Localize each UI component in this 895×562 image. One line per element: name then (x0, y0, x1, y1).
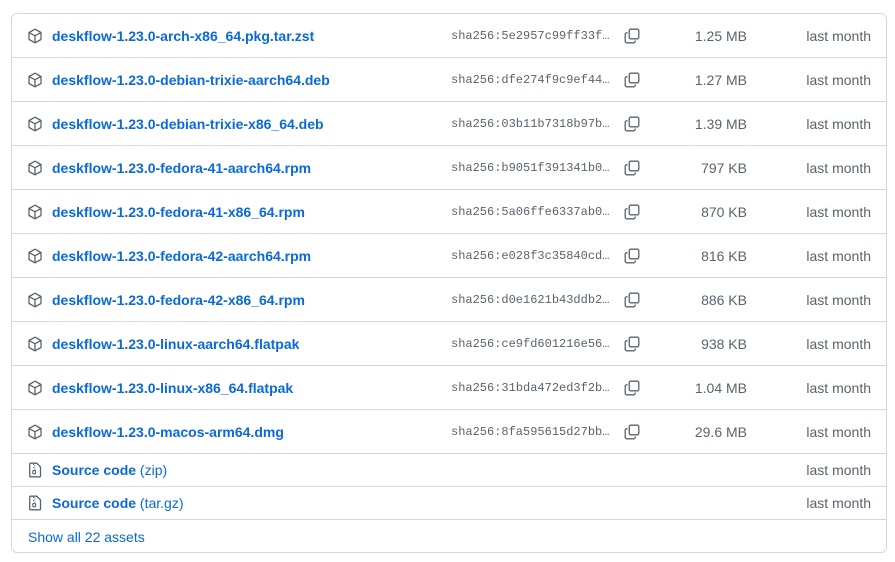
asset-date: last month (806, 379, 871, 396)
copy-icon (624, 72, 640, 87)
package-icon (27, 424, 43, 440)
asset-size: 816 KB (701, 247, 747, 264)
package-icon (27, 248, 43, 264)
copy-sha-button[interactable] (622, 378, 642, 398)
copy-icon (624, 204, 640, 219)
copy-icon (624, 28, 640, 43)
source-code-label: Source code (52, 495, 137, 511)
asset-size: 886 KB (701, 291, 747, 308)
copy-sha-button[interactable] (622, 26, 642, 46)
asset-sha256: sha256:b9051f391341b0… (451, 160, 610, 175)
asset-link[interactable]: deskflow-1.23.0-linux-aarch64.flatpak (52, 336, 299, 352)
source-code-format: (tar.gz) (139, 495, 184, 511)
source-code-label: Source code (52, 462, 137, 478)
asset-sha256: sha256:ce9fd601216e56… (451, 336, 610, 351)
asset-row: deskflow-1.23.0-fedora-41-aarch64.rpm sh… (12, 146, 886, 190)
package-icon (27, 72, 43, 88)
file-zip-icon (27, 462, 43, 478)
copy-sha-button[interactable] (622, 158, 642, 178)
copy-sha-button[interactable] (622, 202, 642, 222)
copy-icon (624, 248, 640, 263)
package-icon (27, 204, 43, 220)
asset-sha256: sha256:31bda472ed3f2b… (451, 380, 610, 395)
asset-sha256: sha256:5a06ffe6337ab0… (451, 204, 610, 219)
package-icon (27, 28, 43, 44)
copy-sha-button[interactable] (622, 114, 642, 134)
source-code-zip-link[interactable]: Source code (zip) (52, 462, 167, 478)
show-all-assets-link[interactable]: Show all 22 assets (28, 529, 145, 545)
source-code-row: Source code (zip) last month (12, 454, 886, 487)
asset-link[interactable]: deskflow-1.23.0-fedora-42-x86_64.rpm (52, 292, 305, 308)
asset-row: deskflow-1.23.0-linux-aarch64.flatpak sh… (12, 322, 886, 366)
asset-sha256: sha256:03b11b7318b97b… (451, 116, 610, 131)
copy-icon (624, 116, 640, 131)
asset-sha256: sha256:8fa595615d27bb… (451, 424, 610, 439)
asset-link[interactable]: deskflow-1.23.0-fedora-41-x86_64.rpm (52, 204, 305, 220)
source-code-row: Source code (tar.gz) last month (12, 487, 886, 520)
release-assets-list: deskflow-1.23.0-arch-x86_64.pkg.tar.zst … (11, 13, 887, 553)
copy-sha-button[interactable] (622, 246, 642, 266)
show-all-row: Show all 22 assets (12, 520, 886, 552)
package-icon (27, 336, 43, 352)
asset-date: last month (806, 495, 871, 511)
asset-row: deskflow-1.23.0-debian-trixie-aarch64.de… (12, 58, 886, 102)
asset-date: last month (806, 247, 871, 264)
asset-row: deskflow-1.23.0-fedora-42-x86_64.rpm sha… (12, 278, 886, 322)
asset-size: 1.25 MB (694, 27, 747, 44)
copy-sha-button[interactable] (622, 70, 642, 90)
asset-row: deskflow-1.23.0-macos-arm64.dmg sha256:8… (12, 410, 886, 454)
asset-date: last month (806, 27, 871, 44)
package-icon (27, 116, 43, 132)
copy-sha-button[interactable] (622, 422, 642, 442)
asset-link[interactable]: deskflow-1.23.0-debian-trixie-aarch64.de… (52, 72, 330, 88)
asset-sha256: sha256:e028f3c35840cd… (451, 248, 610, 263)
asset-row: deskflow-1.23.0-debian-trixie-x86_64.deb… (12, 102, 886, 146)
asset-link[interactable]: deskflow-1.23.0-fedora-42-aarch64.rpm (52, 248, 311, 264)
asset-date: last month (806, 203, 871, 220)
package-icon (27, 292, 43, 308)
asset-row: deskflow-1.23.0-fedora-41-x86_64.rpm sha… (12, 190, 886, 234)
asset-date: last month (806, 423, 871, 440)
file-zip-icon (27, 495, 43, 511)
copy-icon (624, 160, 640, 175)
asset-date: last month (806, 71, 871, 88)
asset-size: 29.6 MB (694, 423, 747, 440)
asset-link[interactable]: deskflow-1.23.0-linux-x86_64.flatpak (52, 380, 293, 396)
asset-link[interactable]: deskflow-1.23.0-arch-x86_64.pkg.tar.zst (52, 28, 314, 44)
asset-sha256: sha256:dfe274f9c9ef44… (451, 72, 610, 87)
package-icon (27, 160, 43, 176)
asset-size: 938 KB (701, 335, 747, 352)
asset-size: 1.04 MB (694, 379, 747, 396)
asset-size: 1.39 MB (694, 115, 747, 132)
asset-link[interactable]: deskflow-1.23.0-macos-arm64.dmg (52, 424, 284, 440)
copy-sha-button[interactable] (622, 334, 642, 354)
asset-size: 1.27 MB (694, 71, 747, 88)
asset-row: deskflow-1.23.0-linux-x86_64.flatpak sha… (12, 366, 886, 410)
asset-link[interactable]: deskflow-1.23.0-fedora-41-aarch64.rpm (52, 160, 311, 176)
source-code-format: (zip) (139, 462, 168, 478)
asset-row: deskflow-1.23.0-arch-x86_64.pkg.tar.zst … (12, 14, 886, 58)
copy-icon (624, 292, 640, 307)
asset-sha256: sha256:5e2957c99ff33f… (451, 28, 610, 43)
asset-date: last month (806, 462, 871, 478)
asset-size: 797 KB (701, 159, 747, 176)
package-icon (27, 380, 43, 396)
copy-icon (624, 336, 640, 351)
asset-link[interactable]: deskflow-1.23.0-debian-trixie-x86_64.deb (52, 116, 324, 132)
asset-row: deskflow-1.23.0-fedora-42-aarch64.rpm sh… (12, 234, 886, 278)
asset-date: last month (806, 335, 871, 352)
asset-date: last month (806, 291, 871, 308)
asset-date: last month (806, 115, 871, 132)
asset-sha256: sha256:d0e1621b43ddb2… (451, 292, 610, 307)
copy-icon (624, 380, 640, 395)
source-code-targz-link[interactable]: Source code (tar.gz) (52, 495, 184, 511)
copy-icon (624, 424, 640, 439)
asset-date: last month (806, 159, 871, 176)
copy-sha-button[interactable] (622, 290, 642, 310)
asset-size: 870 KB (701, 203, 747, 220)
